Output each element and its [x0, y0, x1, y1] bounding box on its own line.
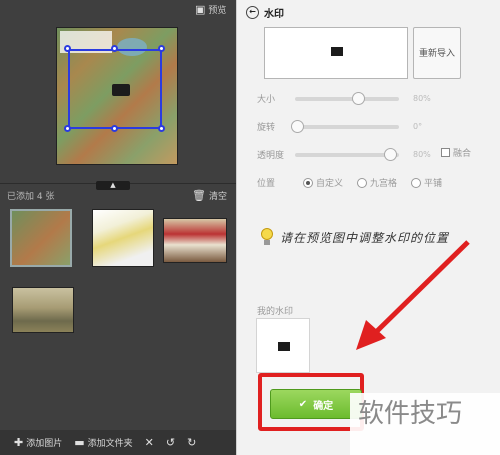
blend-checkbox[interactable]: 融合: [441, 146, 471, 159]
back-icon[interactable]: ←: [246, 6, 259, 19]
radio-dot[interactable]: [303, 177, 313, 188]
thumbnail-painting[interactable]: [12, 287, 74, 333]
resize-handle-t[interactable]: [111, 45, 118, 52]
hint-row: 请在预览图中调整水印的位置: [260, 226, 449, 248]
left-panel: ▣ 预览 ▲ 已添加 4 张 🗑 清空 ✚ 添加图片 ▬ 添加文件夹 ✕ ↺ ↻: [0, 0, 236, 455]
panel-title: 水印: [264, 9, 284, 20]
radio-tile[interactable]: 平铺: [411, 176, 442, 189]
rotate-slider[interactable]: [291, 119, 399, 133]
opacity-slider[interactable]: [295, 147, 399, 161]
resize-handle-bl[interactable]: [64, 125, 71, 132]
position-label: 位置: [257, 179, 276, 189]
size-slider-knob[interactable]: [352, 91, 365, 105]
add-image-label: 添加图片: [26, 439, 63, 449]
plus-icon: ✚: [14, 436, 24, 449]
close-icon[interactable]: ✕: [145, 436, 154, 449]
radio-custom-label: 自定义: [316, 179, 344, 189]
my-watermark-label: 我的水印: [257, 307, 294, 317]
rotate-label: 旋转: [257, 123, 276, 133]
added-count: 已添加 4 张: [7, 192, 55, 202]
my-watermark-thumbnail: [278, 342, 290, 351]
reimport-button[interactable]: 重新导入: [413, 27, 461, 79]
watermark-mark[interactable]: [112, 84, 130, 96]
add-folder-label: 添加文件夹: [87, 439, 133, 449]
checkbox-box[interactable]: [441, 148, 450, 157]
watermark-preview-box: [264, 27, 408, 79]
radio-dot[interactable]: [411, 177, 422, 188]
opacity-slider-knob[interactable]: [384, 147, 397, 161]
clear-label: 清空: [208, 192, 227, 202]
radio-tile-label: 平铺: [424, 179, 443, 189]
resize-handle-tr[interactable]: [158, 45, 165, 52]
clear-button[interactable]: 🗑 清空: [192, 189, 227, 202]
hint-text: 请在预览图中调整水印的位置: [280, 230, 450, 245]
confirm-label: 确定: [313, 400, 334, 412]
lightbulb-icon: [260, 226, 274, 248]
thumbnail-building[interactable]: [163, 218, 227, 263]
opacity-value: 80%: [413, 150, 431, 159]
watermark-thumbnail: [331, 47, 343, 56]
rotate-right-icon[interactable]: ↻: [187, 436, 196, 449]
trash-icon: 🗑: [192, 189, 206, 202]
highlight-frame: ✔ 确定: [258, 373, 364, 431]
my-watermark-item[interactable]: [256, 318, 310, 373]
add-image-button[interactable]: ✚ 添加图片: [14, 436, 62, 449]
confirm-button[interactable]: ✔ 确定: [270, 389, 362, 419]
rotate-slider-knob[interactable]: [291, 119, 304, 133]
add-folder-button[interactable]: ▬ 添加文件夹: [74, 436, 132, 449]
resize-handle-br[interactable]: [158, 125, 165, 132]
opacity-label: 透明度: [257, 151, 285, 161]
rotate-slider-row: 旋转 0°: [257, 119, 423, 133]
radio-grid-label: 九宫格: [370, 179, 398, 189]
radio-custom[interactable]: 自定义: [303, 176, 343, 189]
resize-handle-b[interactable]: [111, 125, 118, 132]
position-row: 位置 自定义 九宫格 平铺: [257, 176, 456, 189]
check-icon: ✔: [298, 398, 308, 410]
preview-label: 预览: [208, 6, 227, 16]
radio-grid[interactable]: 九宫格: [357, 176, 397, 189]
blend-label: 融合: [453, 149, 472, 159]
rotate-left-icon[interactable]: ↺: [166, 436, 175, 449]
radio-dot[interactable]: [357, 177, 368, 188]
right-panel: ← 水印 重新导入 大小 80% 旋转 0° 透明度 80% 融合 位置 自定义…: [236, 0, 500, 455]
size-slider-row: 大小 80%: [257, 91, 431, 105]
folder-icon: ▬: [74, 436, 85, 449]
panel-header[interactable]: ← 水印: [246, 5, 284, 20]
size-value: 80%: [413, 94, 431, 103]
site-watermark: 软件技巧: [350, 393, 500, 455]
resize-handle-tl[interactable]: [64, 45, 71, 52]
thumbnail-province-map[interactable]: [92, 209, 154, 267]
size-slider[interactable]: [295, 91, 399, 105]
preview-icon: ▣: [195, 3, 206, 16]
left-toolbar: ✚ 添加图片 ▬ 添加文件夹 ✕ ↺ ↻: [0, 430, 236, 455]
preview-toggle[interactable]: ▣ 预览: [195, 3, 226, 16]
rotate-value: 0°: [413, 122, 423, 131]
opacity-slider-row: 透明度 80%: [257, 147, 431, 161]
collapse-button[interactable]: ▲: [96, 181, 130, 190]
thumbnail-map[interactable]: [10, 209, 72, 267]
size-label: 大小: [257, 95, 276, 105]
